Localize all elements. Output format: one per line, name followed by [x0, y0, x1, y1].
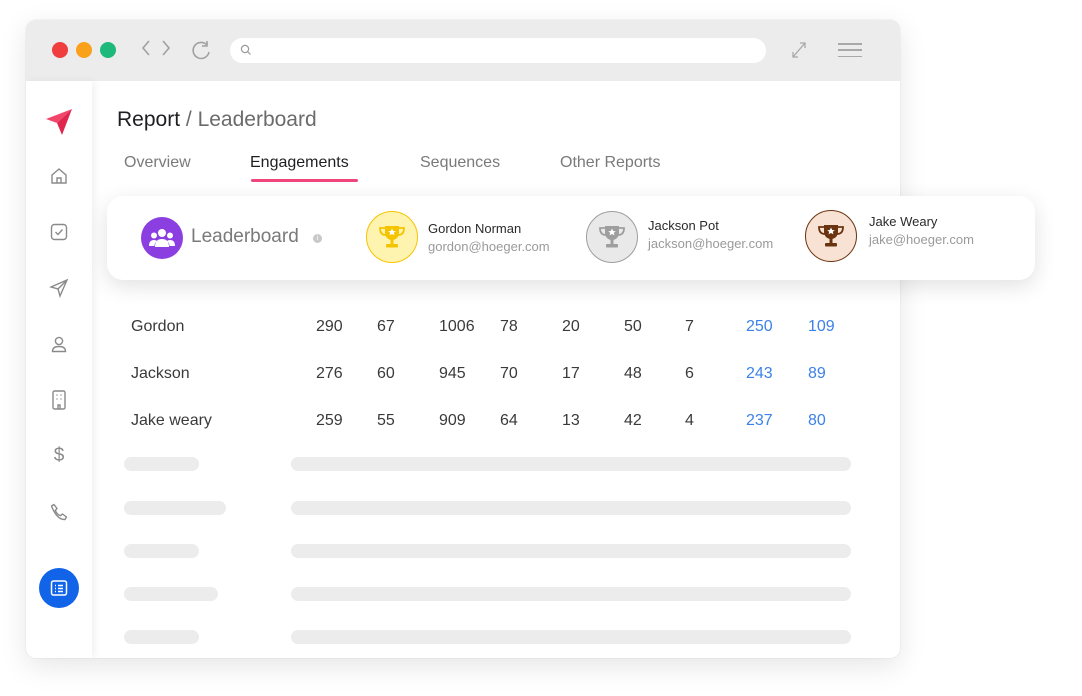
- send-icon[interactable]: [47, 276, 71, 300]
- gold-email[interactable]: gordon@hoeger.com: [428, 239, 550, 254]
- breadcrumb-root[interactable]: Report: [117, 108, 180, 131]
- skeleton-placeholder: [124, 457, 199, 471]
- phone-icon[interactable]: [47, 500, 71, 524]
- cell: 42: [624, 412, 642, 429]
- table-row[interactable]: Gordon 290 67 1006 78 20 50 7 250 109: [92, 318, 900, 342]
- skeleton-placeholder: [291, 630, 851, 644]
- skeleton-placeholder: [124, 544, 199, 558]
- skeleton-placeholder: [291, 544, 851, 558]
- reload-icon[interactable]: [190, 39, 212, 66]
- skeleton-placeholder: [291, 587, 851, 601]
- silver-email[interactable]: jackson@hoeger.com: [648, 236, 773, 251]
- cell: 290: [316, 318, 343, 335]
- silver-trophy-icon: [586, 211, 638, 263]
- active-tab-underline: [251, 179, 358, 182]
- breadcrumb-current: Leaderboard: [197, 108, 317, 131]
- menu-icon[interactable]: [838, 43, 862, 57]
- gold-trophy-icon: [366, 211, 418, 263]
- cell: 4: [685, 412, 694, 429]
- skeleton-placeholder: [291, 457, 851, 471]
- home-icon[interactable]: [47, 164, 71, 188]
- cell: 50: [624, 318, 642, 335]
- tab-engagements[interactable]: Engagements: [250, 154, 349, 172]
- list-icon[interactable]: [39, 568, 79, 608]
- cell-link[interactable]: 250: [746, 318, 773, 336]
- cell: 945: [439, 365, 466, 382]
- gold-name: Gordon Norman: [428, 221, 522, 236]
- bronze-trophy-icon: [805, 210, 857, 262]
- back-icon[interactable]: [140, 39, 152, 62]
- checkbox-icon[interactable]: [47, 220, 71, 244]
- browser-window: $ Report / Leaderboard Overview Engageme…: [26, 20, 900, 658]
- cell: 276: [316, 365, 343, 382]
- expand-icon[interactable]: [790, 40, 808, 65]
- cell: 67: [377, 318, 395, 335]
- cell: 13: [562, 412, 580, 429]
- cell: 20: [562, 318, 580, 335]
- cell-link[interactable]: 109: [808, 318, 835, 336]
- cell: 60: [377, 365, 395, 382]
- cell: 1006: [439, 318, 475, 335]
- sidebar: $: [26, 81, 92, 658]
- cell: 7: [685, 318, 694, 335]
- minimize-window-dot[interactable]: [76, 42, 92, 58]
- table-row[interactable]: Jake weary 259 55 909 64 13 42 4 237 80: [92, 412, 900, 436]
- maximize-window-dot[interactable]: [100, 42, 116, 58]
- leaderboard-card: Leaderboard i Gordon Norman gordon@hoege…: [107, 196, 1035, 280]
- skeleton-placeholder: [124, 630, 199, 644]
- bronze-name: Jake Weary: [869, 214, 938, 229]
- main-content: Report / Leaderboard Overview Engagement…: [92, 81, 900, 658]
- paper-plane-logo-icon[interactable]: [44, 107, 74, 137]
- cell-link[interactable]: 89: [808, 365, 826, 383]
- row-name: Jackson: [131, 365, 190, 382]
- tab-other-reports[interactable]: Other Reports: [560, 154, 660, 172]
- leaderboard-title: Leaderboard: [191, 226, 299, 247]
- cell-link[interactable]: 243: [746, 365, 773, 383]
- cell-link[interactable]: 237: [746, 412, 773, 430]
- cell: 6: [685, 365, 694, 382]
- forward-icon[interactable]: [160, 39, 172, 62]
- building-icon[interactable]: [47, 388, 71, 412]
- skeleton-placeholder: [291, 501, 851, 515]
- close-window-dot[interactable]: [52, 42, 68, 58]
- dollar-icon[interactable]: $: [47, 444, 71, 468]
- bronze-email[interactable]: jake@hoeger.com: [869, 232, 974, 247]
- group-icon: [141, 217, 183, 259]
- row-name: Jake weary: [131, 412, 212, 429]
- address-bar[interactable]: [230, 38, 766, 63]
- info-icon[interactable]: i: [313, 234, 322, 243]
- skeleton-placeholder: [124, 587, 218, 601]
- row-name: Gordon: [131, 318, 185, 335]
- tab-sequences[interactable]: Sequences: [420, 154, 500, 172]
- skeleton-placeholder: [124, 501, 226, 515]
- cell: 70: [500, 365, 518, 382]
- cell: 78: [500, 318, 518, 335]
- search-icon: [240, 43, 252, 61]
- cell: 259: [316, 412, 343, 429]
- cell-link[interactable]: 80: [808, 412, 826, 430]
- browser-titlebar: [26, 20, 900, 81]
- user-icon[interactable]: [47, 332, 71, 356]
- cell: 909: [439, 412, 466, 429]
- breadcrumb-separator: /: [185, 108, 192, 131]
- cell: 55: [377, 412, 395, 429]
- cell: 48: [624, 365, 642, 382]
- silver-name: Jackson Pot: [648, 218, 719, 233]
- tab-overview[interactable]: Overview: [124, 154, 191, 172]
- cell: 17: [562, 365, 580, 382]
- breadcrumb: Report / Leaderboard: [117, 108, 317, 132]
- cell: 64: [500, 412, 518, 429]
- table-row[interactable]: Jackson 276 60 945 70 17 48 6 243 89: [92, 365, 900, 389]
